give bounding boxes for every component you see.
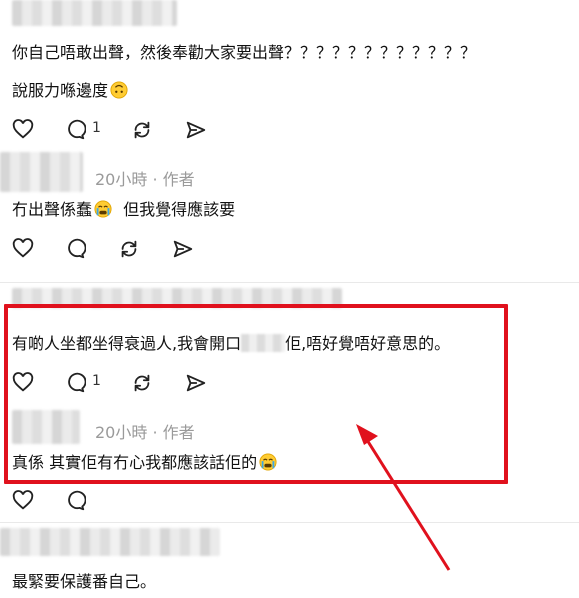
arrow-shaft	[360, 431, 451, 571]
annotation-arrow	[356, 424, 451, 571]
arrow-head	[356, 424, 378, 445]
